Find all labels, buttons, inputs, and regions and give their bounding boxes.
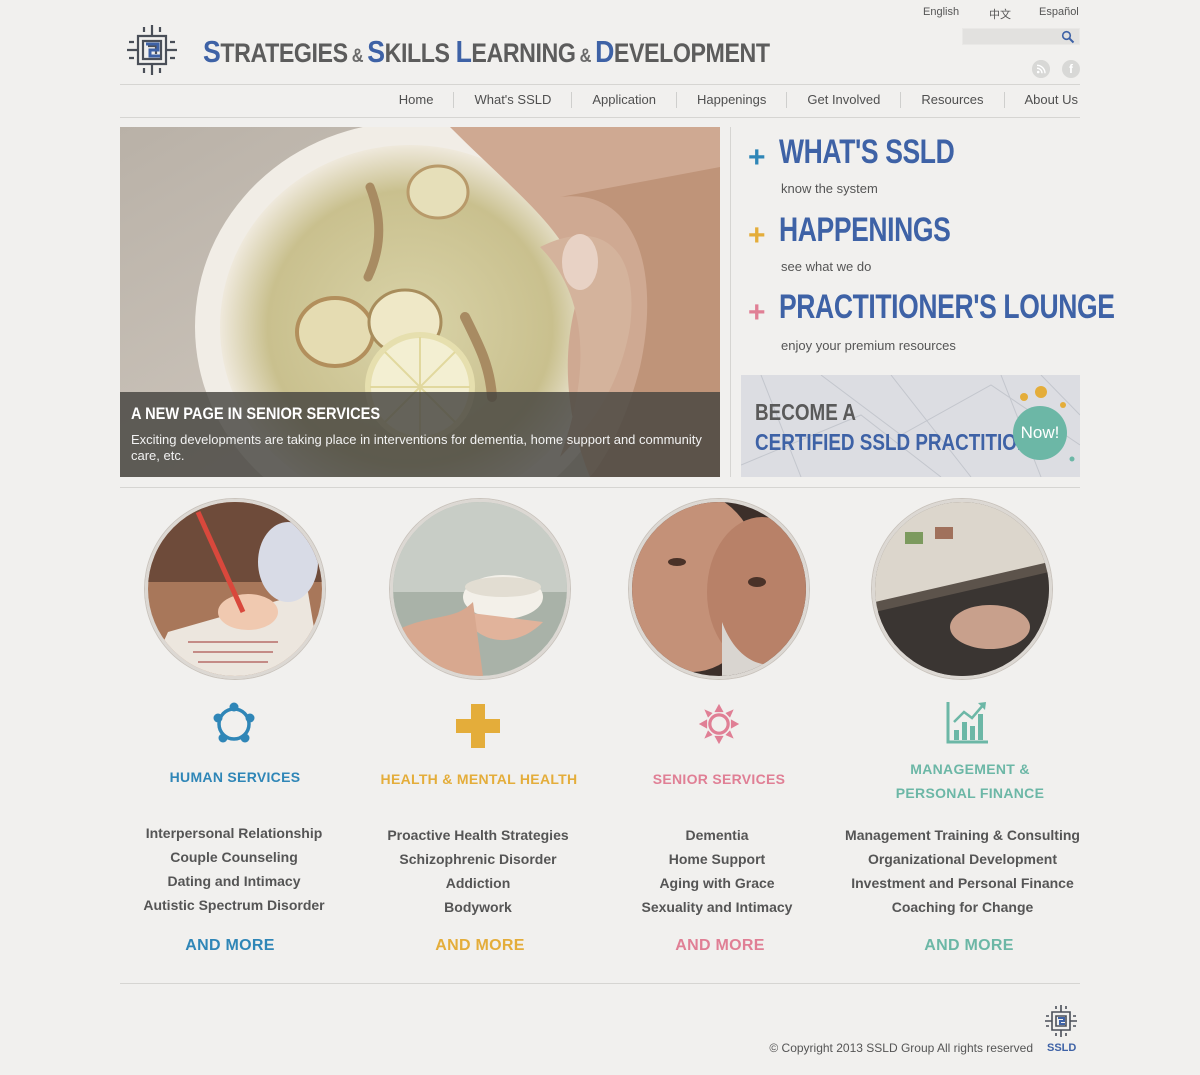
title-word: EARNING [471,38,576,68]
search-icon[interactable] [1061,30,1075,44]
quick-link-title[interactable]: PRACTITIONER'S LOUNGE [779,288,1115,327]
title-capital: S [367,34,385,69]
list-item[interactable]: Interpersonal Relationship [114,821,354,845]
language-spanish-link[interactable]: Español [1039,6,1079,18]
hero-caption-title[interactable]: A NEW PAGE IN SENIOR SERVICES [131,404,628,424]
language-english-link[interactable]: English [923,6,959,18]
search-input[interactable] [963,32,1059,47]
facebook-icon[interactable]: f [1062,60,1080,78]
footer-logo-label: SSLD [1047,1042,1077,1054]
list-item[interactable]: Home Support [597,847,837,871]
nav-application[interactable]: Application [571,92,676,108]
senior-services-list: Dementia Home Support Aging with Grace S… [597,823,837,919]
nav-whats-ssld[interactable]: What's SSLD [453,92,571,108]
list-item[interactable]: Investment and Personal Finance [835,871,1090,895]
title-ampersand: & [347,46,368,67]
main-nav: Home What's SSLD Application Happenings … [379,89,1078,111]
lotus-icon [698,703,740,745]
quick-link-subtitle: see what we do [781,259,872,274]
section-divider [120,487,1080,488]
title-capital: D [595,34,614,69]
quick-link-title[interactable]: HAPPENINGS [779,211,951,250]
medical-cross-icon [456,704,500,748]
nav-divider [120,117,1080,118]
quick-link-subtitle: know the system [781,181,878,196]
title-word: EVELOPMENT [613,38,770,68]
list-item[interactable]: Schizophrenic Disorder [358,847,598,871]
footer-divider [120,983,1080,984]
list-item[interactable]: Couple Counseling [114,845,354,869]
hero-vertical-divider [730,127,731,477]
human-services-list: Interpersonal Relationship Couple Counse… [114,821,354,917]
copyright-text: © Copyright 2013 SSLD Group All rights r… [769,1041,1033,1055]
human-services-title[interactable]: HUMAN SERVICES [120,765,350,789]
quick-link-whats-ssld[interactable]: + WHAT'S SSLD know the system [748,133,1078,197]
language-chinese-link[interactable]: 中文 [989,6,1011,22]
list-item[interactable]: Dementia [597,823,837,847]
management-title-line-1: MANAGEMENT & [910,761,1030,777]
nav-about-us[interactable]: About Us [1003,92,1078,108]
management-more-link[interactable]: AND MORE [889,937,1049,955]
plus-icon: + [748,141,766,174]
hero-slide[interactable]: A NEW PAGE IN SENIOR SERVICES Exciting d… [120,127,720,477]
management-photo[interactable] [872,499,1052,679]
management-title-line-2: PERSONAL FINANCE [895,785,1045,801]
title-word: KILLS [384,38,450,68]
nav-happenings[interactable]: Happenings [675,92,786,108]
banner-line-1: BECOME A [755,399,856,425]
list-item[interactable]: Organizational Development [835,847,1090,871]
list-item[interactable]: Bodywork [358,895,598,919]
senior-services-title[interactable]: SENIOR SERVICES [604,767,834,791]
now-badge[interactable]: Now! [1013,406,1067,460]
management-finance-title[interactable]: MANAGEMENT & PERSONAL FINANCE [850,757,1090,805]
ssld-footer-logo-icon[interactable] [1042,1002,1080,1040]
human-services-photo[interactable] [145,499,325,679]
health-services-more-link[interactable]: AND MORE [400,937,560,955]
title-ampersand: & [575,46,596,67]
list-item[interactable]: Sexuality and Intimacy [597,895,837,919]
management-list: Management Training & Consulting Organiz… [835,823,1090,919]
plus-icon: + [748,219,766,252]
banner-line-2: CERTIFIED SSLD PRACTITIONER [755,429,1057,455]
health-services-photo[interactable] [390,499,570,679]
health-services-list: Proactive Health Strategies Schizophreni… [358,823,598,919]
list-item[interactable]: Proactive Health Strategies [358,823,598,847]
senior-services-more-link[interactable]: AND MORE [640,937,800,955]
quick-link-practitioners-lounge[interactable]: + PRACTITIONER'S LOUNGE enjoy your premi… [748,288,1115,353]
list-item[interactable]: Addiction [358,871,598,895]
list-item[interactable]: Autistic Spectrum Disorder [114,893,354,917]
hero-caption-text: Exciting developments are taking place i… [131,432,702,463]
quick-link-title[interactable]: WHAT'S SSLD [779,133,955,172]
become-certified-banner[interactable]: BECOME A CERTIFIED SSLD PRACTITIONER Now… [741,375,1080,477]
rss-icon[interactable] [1032,60,1050,78]
title-capital: L [455,34,472,69]
growth-chart-icon [946,702,988,744]
header-divider [120,84,1080,85]
nav-resources[interactable]: Resources [900,92,1003,108]
list-item[interactable]: Management Training & Consulting [835,823,1090,847]
site-title[interactable]: STRATEGIES & SKILLS LEARNING & DEVELOPME… [203,34,770,74]
people-circle-icon [213,702,255,743]
list-item[interactable]: Coaching for Change [835,895,1090,919]
quick-link-subtitle: enjoy your premium resources [781,338,956,353]
hero-caption: A NEW PAGE IN SENIOR SERVICES Exciting d… [120,392,720,477]
senior-services-photo[interactable] [629,499,809,679]
list-item[interactable]: Dating and Intimacy [114,869,354,893]
list-item[interactable]: Aging with Grace [597,871,837,895]
title-word: TRATEGIES [220,38,348,68]
nav-home[interactable]: Home [379,92,454,108]
nav-get-involved[interactable]: Get Involved [786,92,900,108]
ssld-logo-icon[interactable] [122,20,182,80]
title-capital: S [203,34,221,69]
health-mental-health-title[interactable]: HEALTH & MENTAL HEALTH [364,767,594,791]
plus-icon: + [748,296,766,329]
quick-link-happenings[interactable]: + HAPPENINGS see what we do [748,211,1078,275]
human-services-more-link[interactable]: AND MORE [150,937,310,955]
